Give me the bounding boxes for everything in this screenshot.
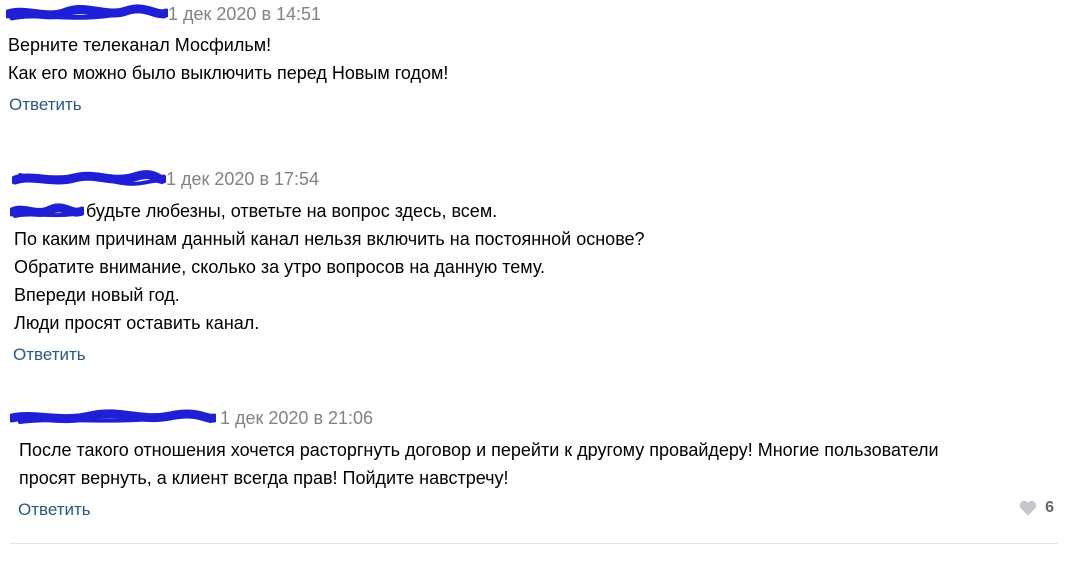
like-count: 6 [1045,499,1054,516]
redacted-mention[interactable] [10,203,84,221]
comment-text-line: Как его можно было выключить перед Новым… [8,63,449,83]
divider [10,543,1058,544]
comment-text-line: просят вернуть, а клиент всегда прав! По… [19,468,509,488]
comment-text-line: Верните телеканал Мосфильм! [8,35,272,55]
redacted-author-name[interactable] [12,169,166,189]
comment-header: 1 дек 2020 в 21:06 [10,406,373,430]
comment-text-line: Обратите внимание, сколько за утро вопро… [14,257,546,277]
heart-icon [1019,500,1037,516]
reply-button[interactable]: Ответить [13,344,86,366]
redacted-author-name[interactable] [6,4,168,24]
reply-button[interactable]: Ответить [9,94,82,116]
mention-suffix-text: будьте любезны, ответьте на вопрос здесь… [86,201,498,221]
comment-header: 1 дек 2020 в 17:54 [12,167,319,191]
like-button[interactable]: 6 [1019,497,1054,519]
comment-text-line: После такого отношения хочется расторгну… [19,440,939,460]
comment-date[interactable]: 1 дек 2020 в 14:51 [168,2,321,26]
comment-text-line: Впереди новый год. [14,285,180,305]
comment-text-line: По каким причинам данный канал нельзя вк… [14,229,645,249]
reply-button[interactable]: Ответить [18,499,91,521]
comment-text-line: Люди просят оставить канал. [14,313,260,333]
comment-date[interactable]: 1 дек 2020 в 17:54 [166,167,319,191]
comment-header: 1 дек 2020 в 14:51 [6,2,321,26]
comment-date[interactable]: 1 дек 2020 в 21:06 [220,406,373,430]
comment-text-line: будьте любезны, ответьте на вопрос здесь… [10,199,497,223]
redacted-author-name[interactable] [10,408,216,428]
